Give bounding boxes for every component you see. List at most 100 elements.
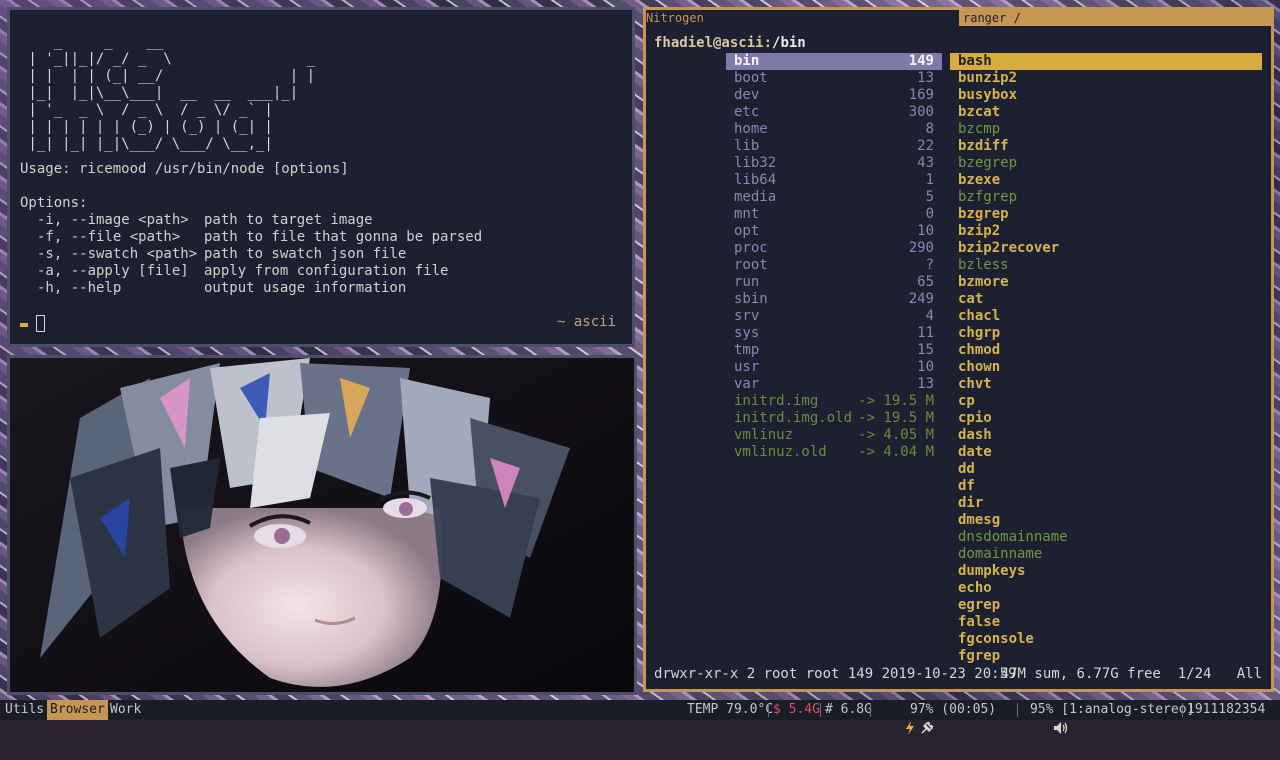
file-row[interactable]: bzgrep <box>950 206 1262 223</box>
entry-count: 13 <box>917 376 934 392</box>
current-directory-list: bash bunzip2 busybox bzcat bzcmp bzdiff bzegre… <box>950 53 1262 665</box>
file-row[interactable]: bunzip2 <box>950 70 1262 87</box>
parent-dir-row[interactable]: tmp 15 <box>726 342 942 359</box>
ranger-window[interactable]: Nitrogen ranger / fhadiel@ascii:/bin bin… <box>643 7 1274 692</box>
option-desc: apply from configuration file <box>204 263 449 279</box>
parent-dir-row[interactable]: mnt 0 <box>726 206 942 223</box>
file-row[interactable]: bzmore <box>950 274 1262 291</box>
file-row[interactable]: cpio <box>950 410 1262 427</box>
entry-name: var <box>734 376 760 392</box>
divider <box>820 703 821 717</box>
entry-count: 22 <box>917 138 934 154</box>
file-row[interactable]: egrep <box>950 597 1262 614</box>
entry-name: usr <box>734 359 760 375</box>
file-row[interactable]: echo <box>950 580 1262 597</box>
parent-dir-row[interactable]: lib64 1 <box>726 172 942 189</box>
parent-dir-row[interactable]: lib32 43 <box>726 155 942 172</box>
parent-dir-row[interactable]: etc 300 <box>726 104 942 121</box>
parent-dir-row[interactable]: vmlinuz.old -> 4.04 M <box>726 444 942 461</box>
parent-dir-row[interactable]: bin 149 <box>726 53 942 70</box>
option-flag: -a, --apply [file] <box>37 263 189 279</box>
file-row[interactable]: dir <box>950 495 1262 512</box>
workspace-browser[interactable]: Browser <box>47 700 108 720</box>
parent-dir-row[interactable]: run 65 <box>726 274 942 291</box>
option-desc: output usage information <box>204 280 407 296</box>
file-row[interactable]: chown <box>950 359 1262 376</box>
entry-name: bin <box>734 53 760 69</box>
parent-dir-row[interactable]: sbin 249 <box>726 291 942 308</box>
parent-dir-row[interactable]: srv 4 <box>726 308 942 325</box>
file-row[interactable]: dmesg <box>950 512 1262 529</box>
entry-count: 13 <box>917 70 934 86</box>
file-row[interactable]: dash <box>950 427 1262 444</box>
entry-name: lib32 <box>734 155 777 171</box>
parent-directory-list: bin 149 boot 13 dev 169 etc 300 home 8 lib 22 lib32 4… <box>726 53 942 461</box>
divider <box>768 703 769 717</box>
file-row[interactable]: chvt <box>950 376 1262 393</box>
entry-count: 290 <box>908 240 934 256</box>
file-row[interactable]: dnsdomainname <box>950 529 1262 546</box>
entry-name: lib <box>734 138 760 154</box>
disk-usage: # 6.8G <box>825 702 872 717</box>
file-row[interactable]: cat <box>950 291 1262 308</box>
parent-dir-row[interactable]: dev 169 <box>726 87 942 104</box>
file-row[interactable]: chmod <box>950 342 1262 359</box>
volume-level[interactable]: 95% [1:analog-stereo] <box>1030 700 1194 720</box>
file-row[interactable]: chgrp <box>950 325 1262 342</box>
file-row[interactable]: bash <box>950 53 1262 70</box>
terminal-cursor[interactable] <box>36 315 45 332</box>
entry-count: 65 <box>917 274 934 290</box>
entry-count: -> 19.5 M <box>858 410 934 426</box>
parent-dir-row[interactable]: sys 11 <box>726 325 942 342</box>
temperature: TEMP 79.0°C <box>687 702 774 717</box>
file-row[interactable]: date <box>950 444 1262 461</box>
workspace-work[interactable]: Work <box>107 700 144 720</box>
terminal-window[interactable]: _ _ __ | '_||_|/ _/ _ \ _ | | | | (_| __… <box>7 7 635 347</box>
file-row[interactable]: bzegrep <box>950 155 1262 172</box>
parent-dir-row[interactable]: initrd.img -> 19.5 M <box>726 393 942 410</box>
file-row[interactable]: dd <box>950 461 1262 478</box>
parent-dir-row[interactable]: proc 290 <box>726 240 942 257</box>
entry-name: initrd.img.old <box>734 410 853 426</box>
parent-dir-row[interactable]: initrd.img.old -> 19.5 M <box>726 410 942 427</box>
image-viewer-window[interactable] <box>7 355 637 695</box>
file-row[interactable]: bzcat <box>950 104 1262 121</box>
system-bar: Utils Browser Work TEMP 79.0°C $ 5.4G # … <box>0 700 1280 735</box>
parent-dir-row[interactable]: media 5 <box>726 189 942 206</box>
parent-dir-row[interactable]: lib 22 <box>726 138 942 155</box>
entry-name: etc <box>734 104 760 120</box>
parent-dir-row[interactable]: usr 10 <box>726 359 942 376</box>
file-row[interactable]: fgrep <box>950 648 1262 665</box>
parent-dir-row[interactable]: vmlinuz -> 4.05 M <box>726 427 942 444</box>
file-row[interactable]: bzexe <box>950 172 1262 189</box>
entry-name: mnt <box>734 206 760 222</box>
window-title-ranger[interactable]: ranger / <box>959 10 1271 26</box>
option-flag: -h, --help <box>37 280 122 296</box>
file-row[interactable]: busybox <box>950 87 1262 104</box>
window-title-nitrogen[interactable]: Nitrogen <box>646 10 704 26</box>
parent-dir-row[interactable]: var 13 <box>726 376 942 393</box>
parent-dir-row[interactable]: home 8 <box>726 121 942 138</box>
memory-usage: $ 5.4G <box>773 702 820 717</box>
option-flag: -s, --swatch <path> <box>37 246 198 262</box>
file-row[interactable]: false <box>950 614 1262 631</box>
file-row[interactable]: domainname <box>950 546 1262 563</box>
parent-dir-row[interactable]: opt 10 <box>726 223 942 240</box>
file-row[interactable]: bzip2 <box>950 223 1262 240</box>
file-row[interactable]: bzless <box>950 257 1262 274</box>
usage-line: Usage: ricemood /usr/bin/node [options] <box>20 161 349 177</box>
workspace-utils[interactable]: Utils <box>2 700 47 720</box>
file-row[interactable]: bzdiff <box>950 138 1262 155</box>
file-row[interactable]: bzfgrep <box>950 189 1262 206</box>
parent-dir-row[interactable]: root? <box>726 257 942 274</box>
file-row[interactable]: df <box>950 478 1262 495</box>
file-row[interactable]: cp <box>950 393 1262 410</box>
parent-dir-row[interactable]: boot 13 <box>726 70 942 87</box>
file-row[interactable]: fgconsole <box>950 631 1262 648</box>
battery-level: 97% (00:05) <box>910 702 997 717</box>
file-row[interactable]: bzip2recover <box>950 240 1262 257</box>
file-row[interactable]: bzcmp <box>950 121 1262 138</box>
path-dir: /bin <box>772 35 806 51</box>
file-row[interactable]: dumpkeys <box>950 563 1262 580</box>
file-row[interactable]: chacl <box>950 308 1262 325</box>
